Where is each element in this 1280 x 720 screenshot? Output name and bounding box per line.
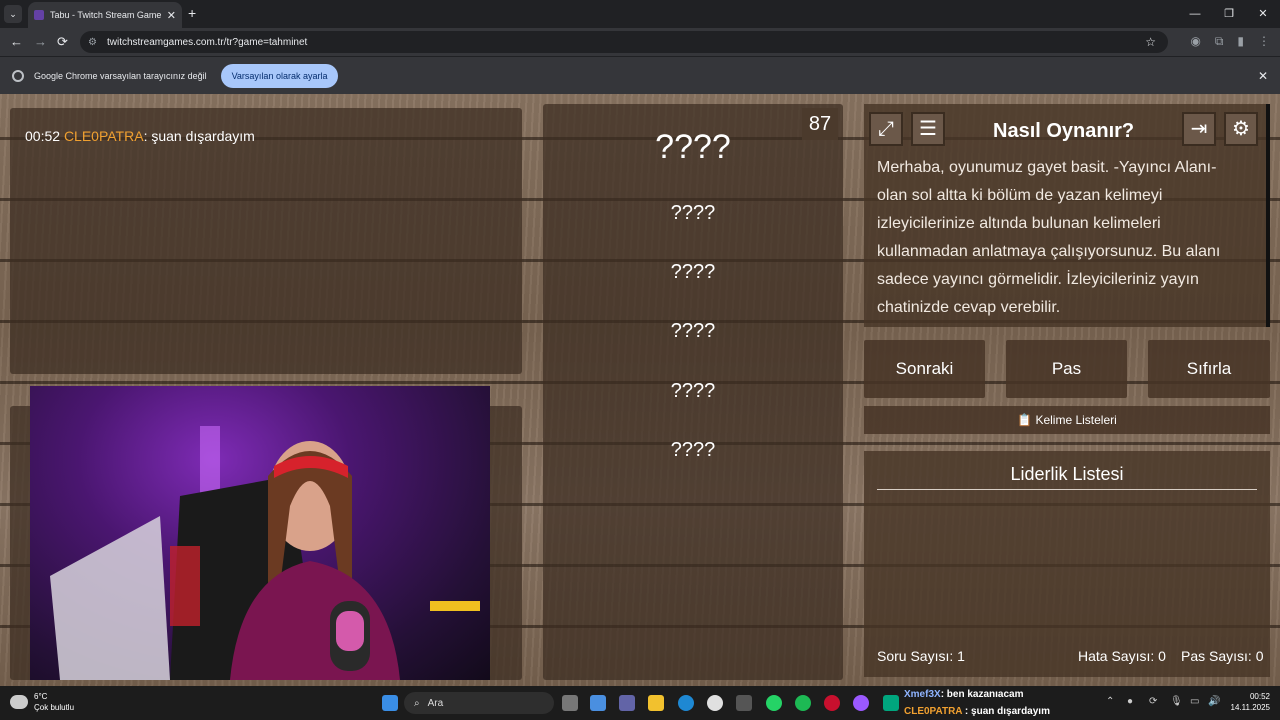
leaderboard-divider [877,489,1257,490]
weather-desc: Çok bulutlu [34,703,75,712]
minimize-button[interactable]: — [1178,0,1212,28]
network-icon[interactable]: ▭ [1190,696,1199,707]
search-icon: ⌕ [414,697,420,709]
microphone-icon[interactable]: 🎙 [1170,696,1183,707]
maximize-button[interactable]: ❐ [1212,0,1246,28]
edge-icon[interactable] [678,695,694,711]
url-text: twitchstreamgames.com.tr/tr?game=tahmine… [106,36,308,48]
taskbar-chat-message: : şuan dışardayım [962,706,1050,717]
tray-sync-icon[interactable]: ⟳ [1149,696,1157,707]
taskbar-chat-message: : ben kazanıacam [940,689,1024,700]
tab-strip: ⌄ Tabu - Twitch Stream Game ✕ + — ❐ ✕ [0,0,1280,28]
reload-button[interactable]: ⟳ [57,34,68,50]
profile-icon[interactable]: ▮ [1237,34,1244,49]
pass-count: Pas Sayısı: 0 [1181,648,1264,664]
chat-message: 00:52 CLE0PATRA: şuan dışardayım [25,128,255,144]
infobar-text: Google Chrome varsayılan tarayıcınız değ… [34,70,207,81]
chrome-icon [12,69,24,82]
forbidden-word: ???? [670,320,716,342]
browser-toolbar: ← → ⟳ ⚙ twitchstreamgames.com.tr/tr?game… [0,28,1280,56]
taskbar-chat-overlay: Xmef3X: ben kazanıacam CLE0PATRA : şuan … [904,686,1050,720]
webcam-overlay [30,386,490,680]
toolbar-icons: ◉ ⧉ ▮ ⋮ [1190,34,1270,49]
webcam-image [50,426,480,680]
tray-chevron-icon[interactable]: ⌃ [1106,696,1114,707]
teams-icon[interactable] [619,695,635,711]
taskbar-search[interactable]: ⌕ Ara [404,692,554,714]
pass-button[interactable]: Pas [1006,340,1127,398]
taskbar-search-text: Ara [427,697,444,709]
set-default-button[interactable]: Varsayılan olarak ayarla [220,63,339,88]
twitch-favicon-icon [34,10,44,20]
how-to-play-text: Merhaba, oyunumuz gayet basit. -Yayıncı … [877,159,1221,316]
file-explorer-icon[interactable] [648,695,664,711]
weather-temp: 6°C [34,692,48,701]
fullscreen-icon[interactable]: ⤢ [869,112,903,146]
bookmark-star-icon[interactable]: ☆ [1145,35,1156,49]
rules-document-icon[interactable]: ☰ [911,112,945,146]
copilot-icon[interactable] [590,695,606,711]
windows-taskbar: 6°C Çok bulutlu ⌕ Ara Xmef3X: ben kazanı… [0,686,1280,720]
forward-button[interactable]: → [34,34,47,49]
tab-search-button[interactable]: ⌄ [4,5,22,23]
infobar-close-icon[interactable]: ✕ [1258,69,1268,83]
extensions-puzzle-icon[interactable]: ⧉ [1215,34,1224,49]
tab-close-icon[interactable]: ✕ [167,9,176,22]
error-count: Hata Sayısı: 0 [1078,648,1166,664]
browser-tab[interactable]: Tabu - Twitch Stream Game ✕ [28,2,182,28]
exit-icon[interactable]: ⇥ [1182,112,1216,146]
settings-gear-icon[interactable]: ⚙ [1224,112,1258,146]
forbidden-word: ???? [670,380,716,402]
address-bar[interactable]: ⚙ twitchstreamgames.com.tr/tr?game=tahmi… [80,31,1168,53]
new-tab-button[interactable]: + [188,5,196,21]
forbidden-word: ???? [670,261,716,283]
leaderboard-title: Liderlik Listesi [1010,464,1124,484]
forbidden-word: ???? [670,202,716,224]
leaderboard-panel: Liderlik Listesi Soru Sayısı: 1 Hata Say… [864,451,1270,677]
chat-username: CLE0PATRA [63,128,144,144]
clock-date: 14.11.2025 [1230,703,1270,712]
volume-icon[interactable]: 🔊 [1208,696,1220,707]
chat-separator: : [143,128,148,144]
reset-button[interactable]: Sıfırla [1148,340,1270,398]
menu-icon[interactable]: ⋮ [1258,34,1270,49]
cloud-icon [10,695,28,709]
default-browser-infobar: Google Chrome varsayılan tarayıcınız değ… [0,56,1280,94]
question-count: Soru Sayısı: 1 [877,648,965,664]
windows-start-icon[interactable] [382,695,398,711]
back-button[interactable]: ← [10,34,23,49]
app-icon[interactable] [853,695,869,711]
next-button[interactable]: Sonraki [864,340,985,398]
main-word: ???? [655,128,731,166]
weather-widget[interactable]: 6°C Çok bulutlu [10,691,74,713]
store-icon[interactable] [736,695,752,711]
tray-app-icon[interactable]: ● [1127,696,1133,707]
close-window-button[interactable]: ✕ [1246,0,1280,28]
how-to-play-title: Nasıl Oynanır? [993,120,1135,142]
site-info-icon[interactable]: ⚙ [88,37,97,48]
chat-panel [10,108,522,374]
tab-title: Tabu - Twitch Stream Game [50,10,161,20]
clock[interactable]: 00:52 14.11.2025 [1231,691,1270,713]
chat-time: 00:52 [25,128,61,144]
word-lists-button[interactable]: 📋 Kelime Listeleri [864,406,1270,434]
window-controls: — ❐ ✕ [1178,0,1280,28]
taskbar-chat-user: CLE0PATRA [904,706,963,717]
game-page: 00:52 CLE0PATRA: şuan dışardayım 87 ????… [0,94,1280,686]
task-view-icon[interactable] [562,695,578,711]
chat-text: şuan dışardayım [151,128,255,144]
chrome-taskbar-icon[interactable] [707,695,723,711]
opera-icon[interactable] [824,695,840,711]
taskbar-chat-user: Xmef3X [904,689,941,700]
clock-time: 00:52 [1249,692,1270,701]
app-icon[interactable] [883,695,899,711]
spotify-icon[interactable] [795,695,811,711]
extension-icon[interactable]: ◉ [1190,34,1200,49]
forbidden-word: ???? [670,439,716,461]
whatsapp-icon[interactable] [766,695,782,711]
